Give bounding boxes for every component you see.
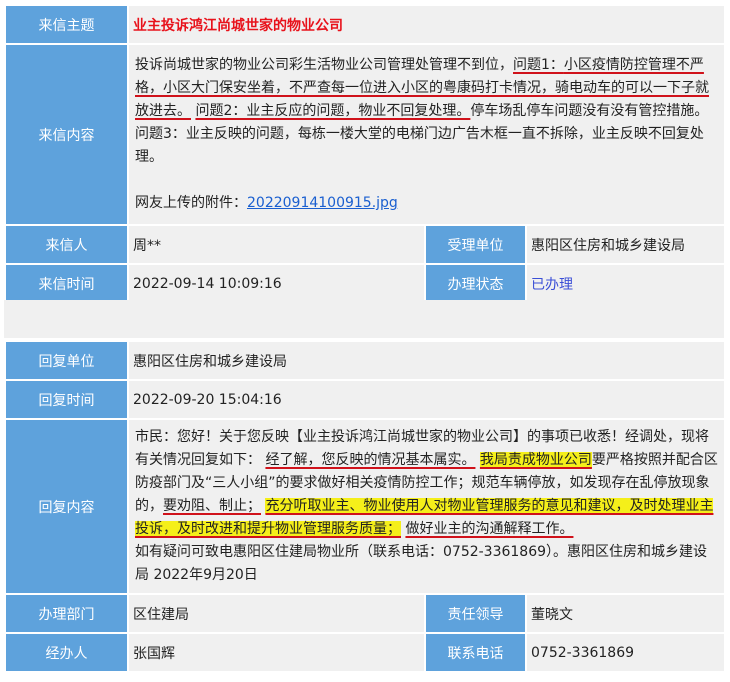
reply-time-row: 回复时间 2022-09-20 15:04:16 — [4, 379, 727, 420]
letter-subject: 业主投诉鸿江尚城世家的物业公司 — [127, 4, 726, 45]
subject-label: 来信主题 — [4, 4, 129, 45]
reply-content-label: 回复内容 — [4, 418, 129, 595]
letter-content: 投诉尚城世家的物业公司彩生活物业公司管理处管理不到位，问题1：小区疫情防控管理不… — [127, 43, 726, 226]
content-label: 来信内容 — [4, 43, 129, 226]
dept-row: 办理部门 区住建局 责任领导 董晓文 — [4, 593, 727, 634]
letter-detail-page: 来信主题 业主投诉鸿江尚城世家的物业公司 来信内容 投诉尚城世家的物业公司彩生活… — [0, 0, 730, 682]
reply-p2: 经了解，您反映的情况基本属实。 — [265, 452, 476, 468]
handler-label: 经办人 — [4, 632, 129, 673]
subject-row: 来信主题 业主投诉鸿江尚城世家的物业公司 — [4, 4, 726, 45]
content-intro: 投诉尚城世家的物业公司彩生活物业公司管理处管理不到位， — [135, 57, 513, 73]
content-row: 来信内容 投诉尚城世家的物业公司彩生活物业公司管理处管理不到位，问题1：小区疫情… — [4, 43, 726, 226]
handler-row: 经办人 张国辉 联系电话 0752-3361869 — [4, 632, 727, 673]
attachment-label: 网友上传的附件： — [135, 195, 247, 211]
reply-time-label: 回复时间 — [4, 379, 129, 420]
reply-p5: 要劝阻、制止； — [163, 498, 261, 514]
time-row: 来信时间 2022-09-14 10:09:16 办理状态 已办理 — [4, 263, 726, 304]
reply-p8: 如有疑问可致电惠阳区住建局物业所（联系电话：0752-3361869）。惠阳区住… — [135, 544, 708, 583]
dept-label: 办理部门 — [4, 593, 129, 634]
handler-value: 张国辉 — [127, 632, 426, 673]
sender-value: 周** — [127, 224, 426, 265]
letter-time-value: 2022-09-14 10:09:16 — [127, 263, 426, 304]
accept-unit-value: 惠阳区住房和城乡建设局 — [525, 224, 726, 265]
dept-value: 区住建局 — [127, 593, 426, 634]
reply-unit-value: 惠阳区住房和城乡建设局 — [126, 340, 727, 381]
phone-label: 联系电话 — [424, 632, 527, 673]
content-q1-prefix: 问题1： — [513, 57, 564, 73]
status-label: 办理状态 — [424, 263, 527, 304]
reply-time-value: 2022-09-20 15:04:16 — [126, 379, 727, 420]
attachment-link[interactable]: 20220914100915.jpg — [247, 195, 398, 211]
reply-content-row: 回复内容 市民：您好！关于您反映【业主投诉鸿江尚城世家的物业公司】的事项已收悉！… — [4, 418, 727, 595]
reply-p7: 做好业主的沟通解释工作。 — [405, 521, 574, 537]
reply-unit-label: 回复单位 — [4, 340, 129, 381]
reply-content: 市民：您好！关于您反映【业主投诉鸿江尚城世家的物业公司】的事项已收悉！经调处，现… — [126, 418, 727, 595]
phone-value: 0752-3361869 — [524, 632, 727, 673]
leader-label: 责任领导 — [424, 593, 527, 634]
letter-time-label: 来信时间 — [4, 263, 129, 304]
accept-unit-label: 受理单位 — [424, 224, 527, 265]
status-value: 已办理 — [525, 263, 726, 304]
sender-row: 来信人 周** 受理单位 惠阳区住房和城乡建设局 — [4, 224, 726, 265]
reply-p3: 我局责成物业公司 — [479, 452, 592, 468]
content-q2: 问题2：业主反应的问题，物业不回复处理。 — [195, 103, 471, 119]
letter-table: 来信主题 业主投诉鸿江尚城世家的物业公司 来信内容 投诉尚城世家的物业公司彩生活… — [4, 4, 726, 304]
sender-label: 来信人 — [4, 224, 129, 265]
section-divider — [4, 300, 724, 338]
reply-table: 回复单位 惠阳区住房和城乡建设局 回复时间 2022-09-20 15:04:1… — [4, 340, 727, 673]
leader-value: 董晓文 — [524, 593, 727, 634]
reply-unit-row: 回复单位 惠阳区住房和城乡建设局 — [4, 340, 727, 381]
